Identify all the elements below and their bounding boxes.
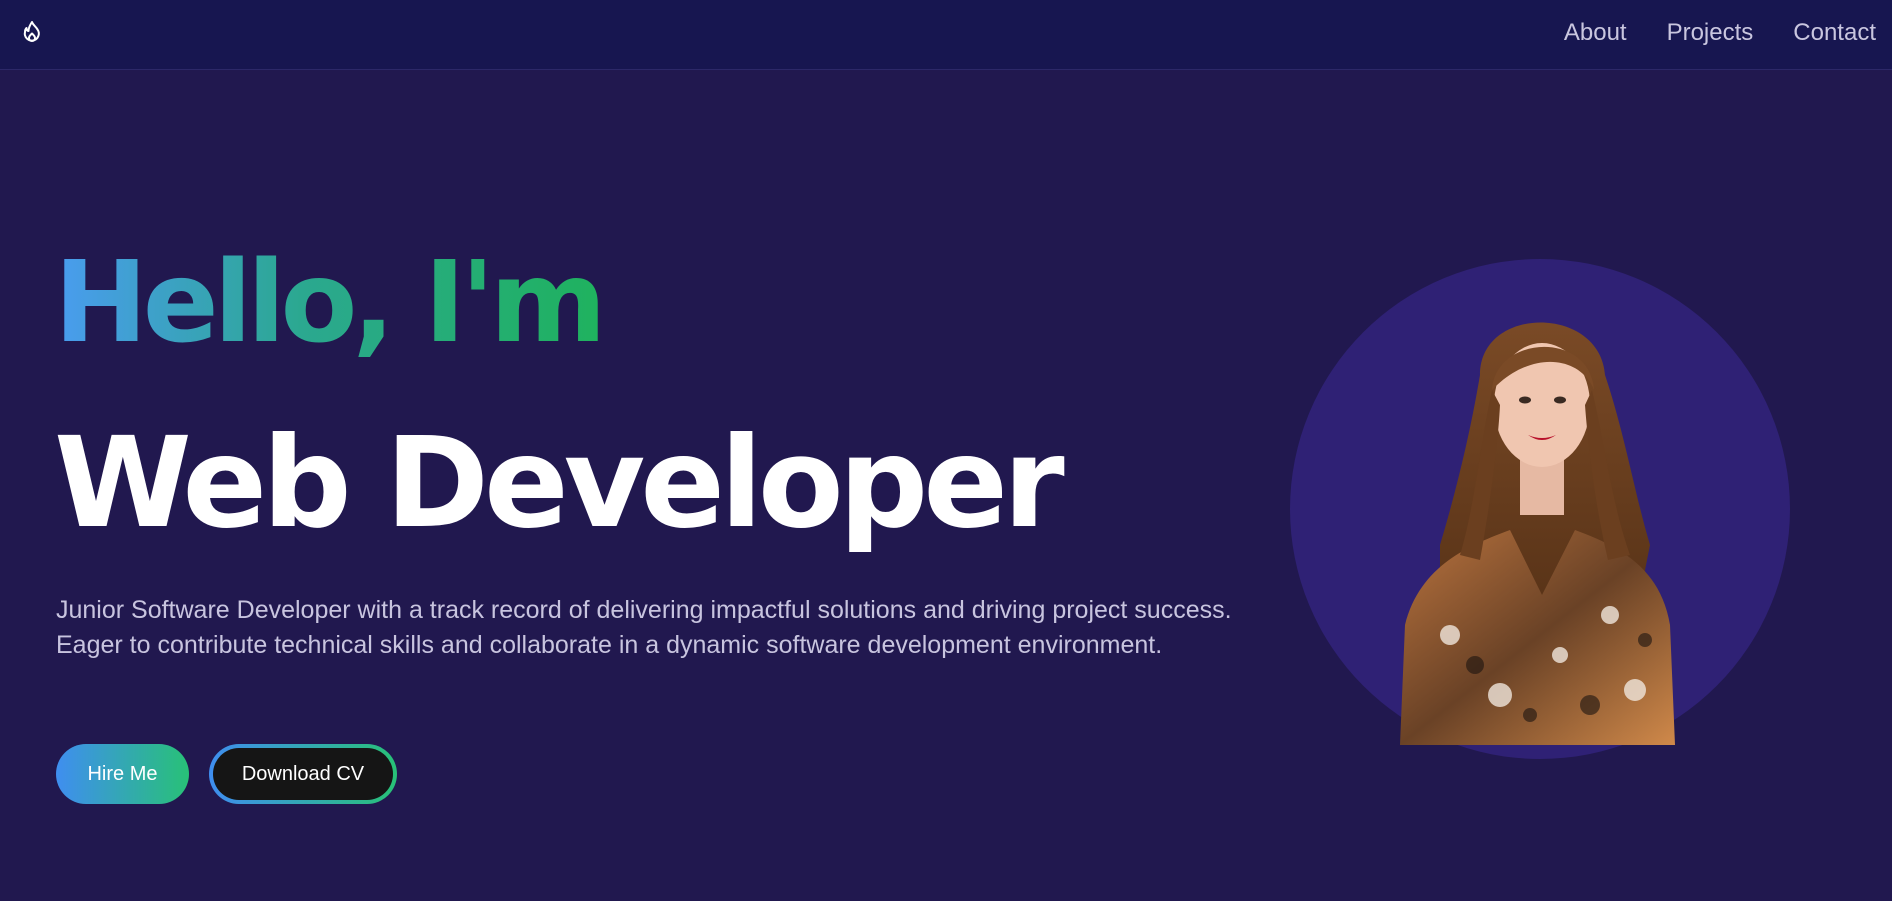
nav-link-contact[interactable]: Contact (1793, 19, 1876, 47)
hero-greeting: Hello, I'm (54, 233, 607, 373)
profile-photo (1400, 322, 1675, 745)
download-cv-button[interactable]: Download CV (209, 744, 397, 804)
flame-icon[interactable] (20, 20, 44, 44)
navbar: About Projects Contact (0, 0, 1892, 70)
hire-me-button[interactable]: Hire Me (56, 744, 189, 804)
hero-title: Web Developer (54, 411, 1065, 556)
nav-link-projects[interactable]: Projects (1667, 19, 1754, 47)
hero-description: Junior Software Developer with a track r… (56, 596, 1232, 659)
download-cv-label: Download CV (213, 748, 393, 800)
nav-links: About Projects Contact (1564, 0, 1876, 66)
nav-link-about[interactable]: About (1564, 19, 1627, 47)
